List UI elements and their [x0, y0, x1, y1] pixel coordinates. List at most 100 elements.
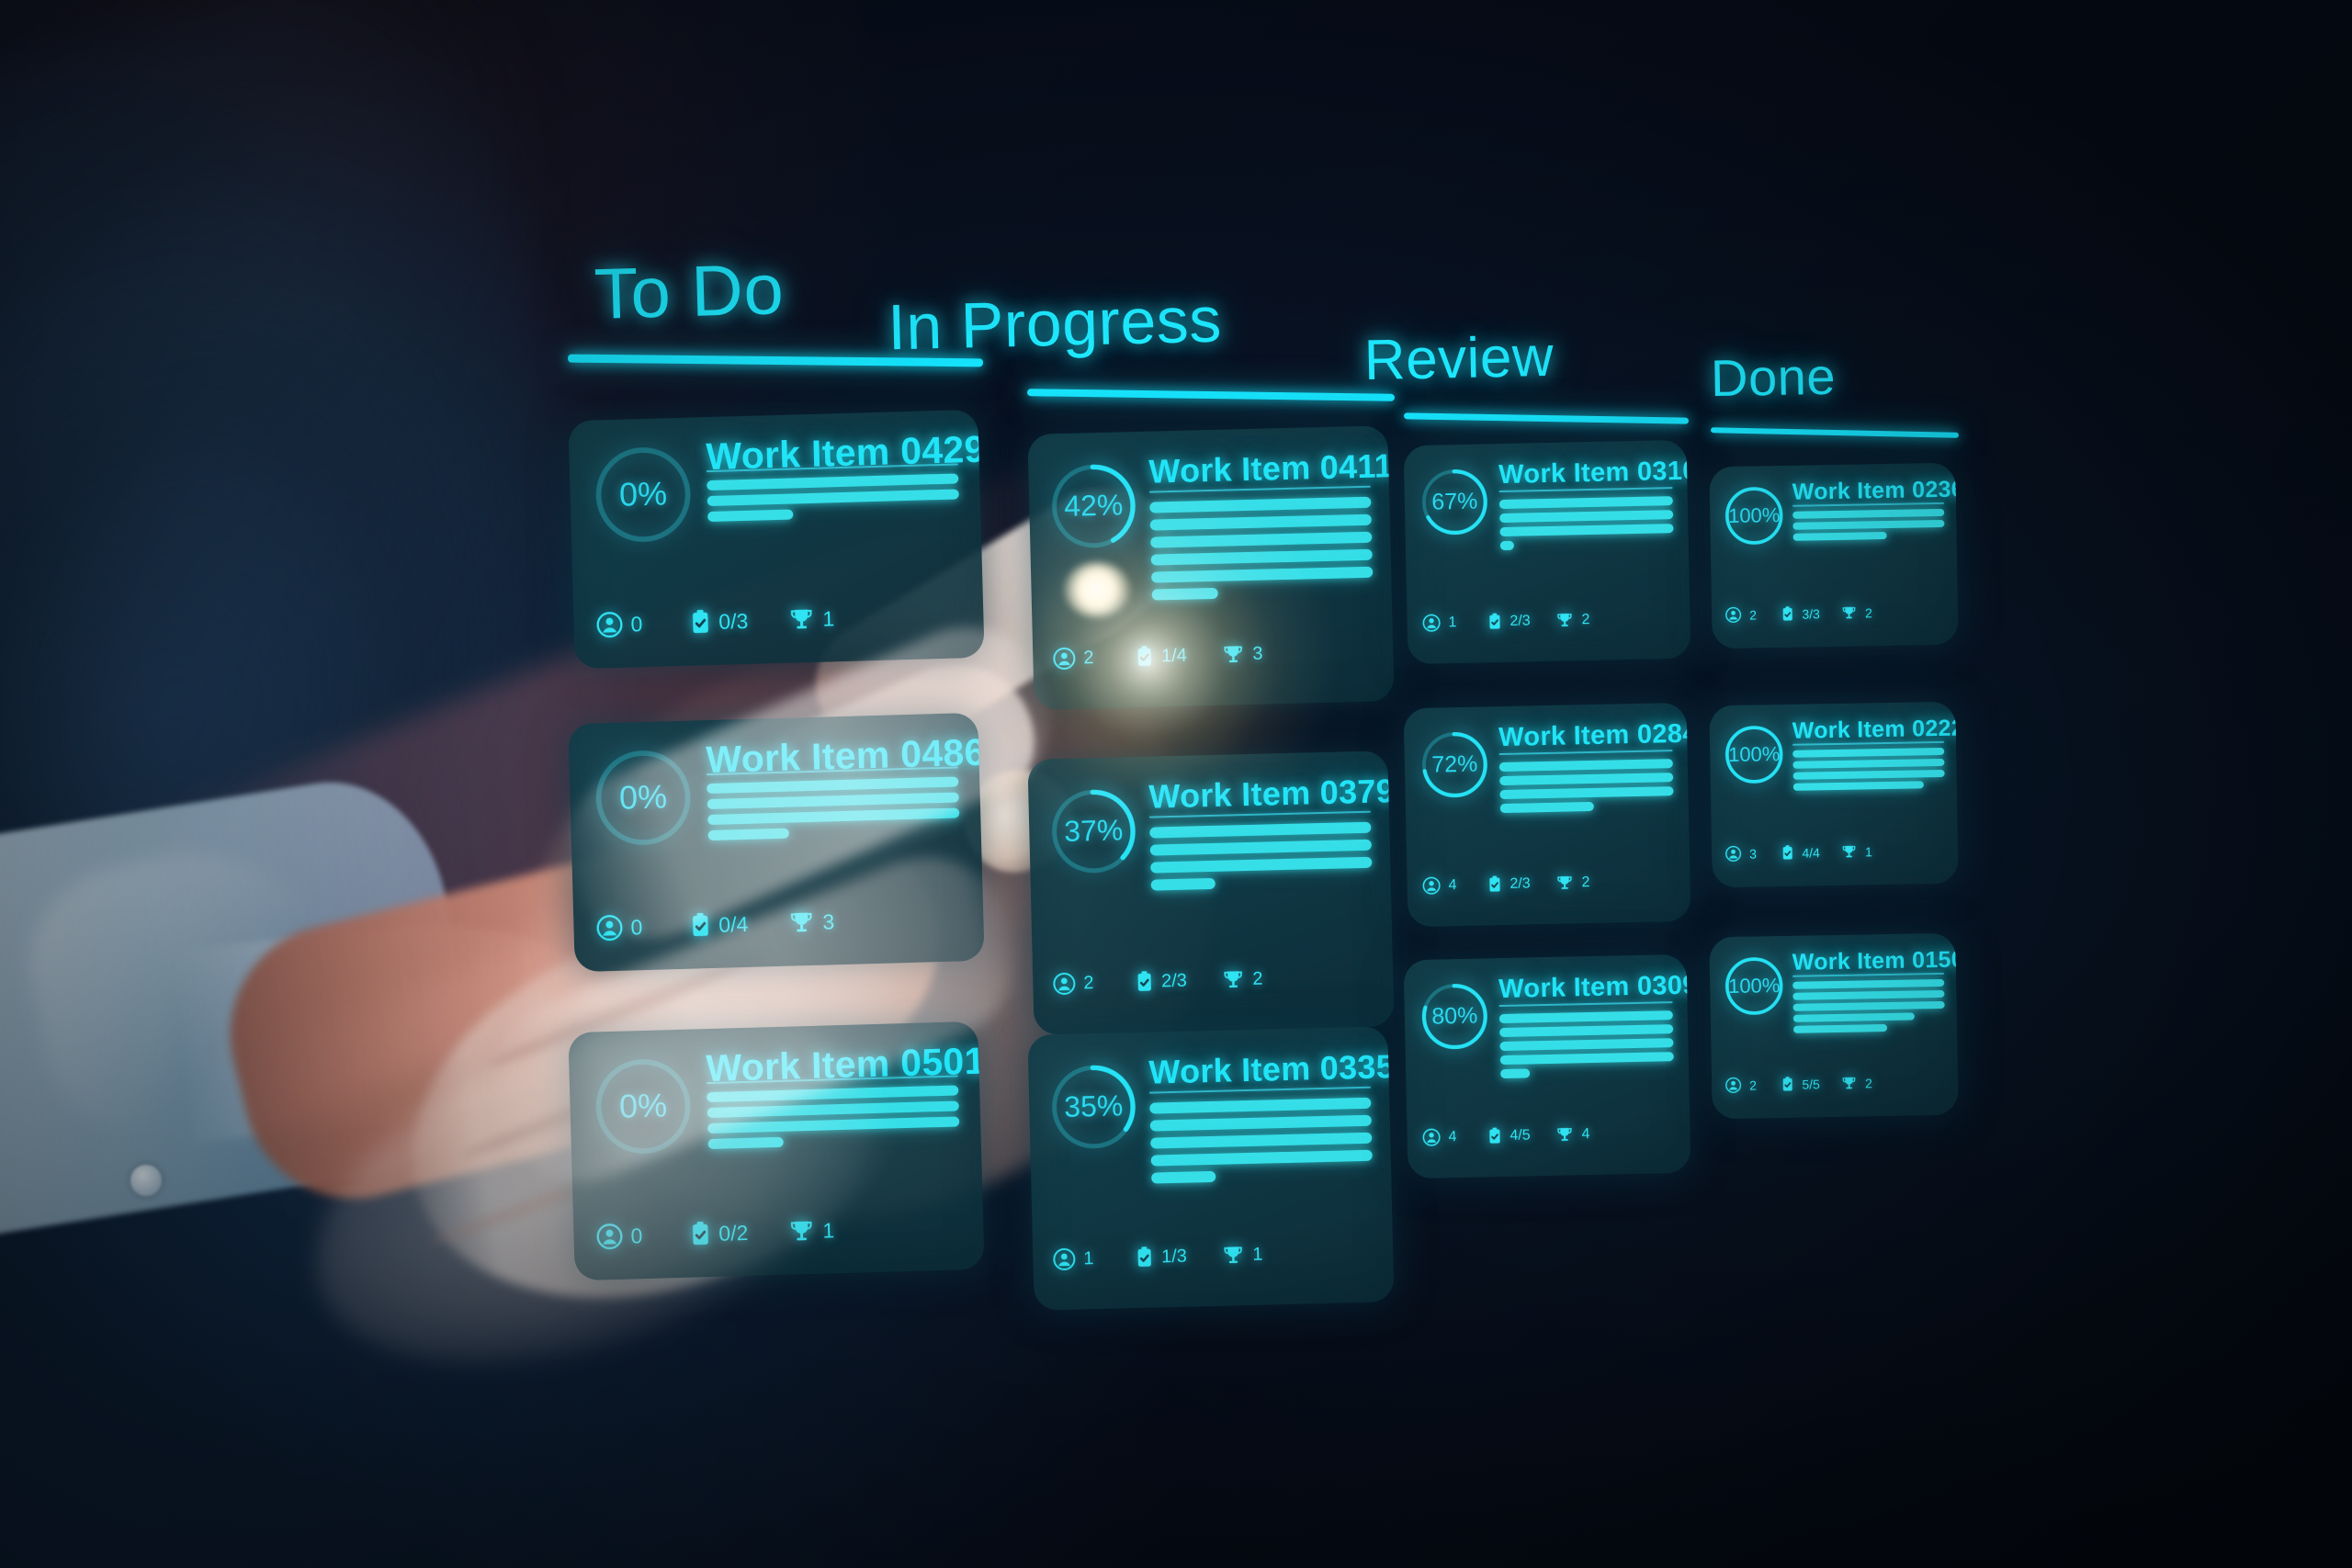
progress-value: 42% — [1063, 488, 1124, 523]
content-bar — [1151, 1170, 1216, 1184]
work-item-card[interactable]: 0% Work Item 0486 0 0/4 3 — [568, 712, 985, 973]
work-item-card[interactable]: 100% Work Item 0150 2 5/5 2 — [1709, 932, 1959, 1120]
work-item-card[interactable]: 67% Work Item 0310 1 2/3 2 — [1403, 439, 1691, 665]
content-bar — [1150, 1149, 1373, 1167]
checklist-meta[interactable]: 0/4 — [690, 911, 749, 939]
trophies-meta-value: 1 — [1864, 843, 1873, 859]
assignees-meta[interactable]: 0 — [596, 611, 643, 638]
trophies-meta[interactable]: 1 — [788, 1217, 835, 1244]
assignees-meta-value: 2 — [1748, 1077, 1758, 1093]
content-bar — [1151, 566, 1374, 583]
trophies-meta[interactable]: 3 — [1222, 643, 1263, 666]
content-bar — [1149, 821, 1372, 839]
trophies-meta[interactable]: 1 — [1222, 1244, 1263, 1267]
checklist-meta-value: 3/3 — [1802, 605, 1820, 622]
content-bar — [1792, 769, 1945, 780]
work-item-card[interactable]: 0% Work Item 0501 0 0/2 1 — [568, 1021, 985, 1281]
content-bar — [1792, 519, 1945, 530]
checklist-meta[interactable]: 4/5 — [1487, 1126, 1531, 1145]
trophies-meta[interactable]: 1 — [788, 605, 835, 632]
trophies-meta[interactable]: 4 — [1555, 1125, 1590, 1144]
checklist-meta[interactable]: 1/4 — [1136, 645, 1187, 668]
trophy-icon — [1224, 646, 1242, 663]
trophies-meta-value: 2 — [1581, 874, 1590, 890]
progress-value: 37% — [1063, 813, 1124, 848]
column-rule-done — [1710, 427, 1960, 438]
content-bar — [1150, 531, 1373, 548]
person-icon — [596, 1224, 623, 1250]
assignees-meta-value: 1 — [1448, 614, 1457, 630]
progress-value: 0% — [618, 473, 668, 513]
trophies-meta[interactable]: 2 — [1222, 968, 1263, 991]
trophies-meta[interactable]: 1 — [1841, 843, 1872, 860]
content-bar — [1499, 773, 1674, 786]
progress-ring-wrap: 42% — [1048, 461, 1138, 551]
checklist-meta[interactable]: 2/3 — [1136, 970, 1187, 993]
person-icon — [1725, 845, 1742, 862]
assignees-meta[interactable]: 0 — [596, 1223, 643, 1250]
progress-value: 100% — [1727, 973, 1781, 998]
assignees-meta-value: 3 — [1748, 845, 1758, 862]
work-item-card[interactable]: 80% Work Item 0309 4 4/5 4 — [1403, 953, 1691, 1179]
touch-point — [1064, 562, 1130, 617]
clipboard-check-icon — [1137, 1247, 1151, 1267]
kanban-board[interactable]: To Do 0% Work Item 0429 0 0/3 1 0% Work Item 04… — [0, 0, 2352, 1568]
trophies-meta[interactable]: 3 — [788, 908, 835, 935]
person-icon — [1422, 1128, 1441, 1146]
progress-value: 0% — [618, 776, 668, 817]
progress-ring-wrap: 0% — [592, 1055, 695, 1158]
work-item-card[interactable]: 35% Work Item 0335 1 1/3 1 — [1027, 1026, 1395, 1311]
assignees-meta[interactable]: 1 — [1053, 1247, 1094, 1270]
trophies-meta[interactable]: 2 — [1555, 611, 1590, 629]
checklist-meta-value: 0/3 — [718, 608, 749, 634]
work-item-card[interactable]: 100% Work Item 0236 2 3/3 2 — [1709, 462, 1959, 649]
assignees-meta[interactable]: 2 — [1725, 1077, 1757, 1093]
trophies-meta[interactable]: 2 — [1841, 604, 1872, 621]
assignees-meta[interactable]: 0 — [596, 914, 643, 942]
assignees-meta[interactable]: 4 — [1422, 1128, 1457, 1146]
content-bar — [1498, 1010, 1673, 1024]
content-bar — [1792, 747, 1945, 758]
assignees-meta[interactable]: 2 — [1053, 972, 1094, 995]
content-bar — [1499, 524, 1674, 537]
assignees-meta-value: 2 — [1083, 647, 1094, 668]
work-item-card[interactable]: 0% Work Item 0429 0 0/3 1 — [568, 409, 985, 670]
work-item-title: Work Item 0335 — [1148, 1047, 1395, 1091]
checklist-meta-value: 2/3 — [1510, 612, 1531, 629]
content-bar — [1151, 587, 1218, 601]
content-bar — [1792, 531, 1887, 541]
assignees-meta-value: 0 — [630, 1223, 643, 1247]
trophies-meta[interactable]: 2 — [1555, 874, 1590, 892]
progress-value: 0% — [618, 1085, 668, 1125]
trophies-meta-value: 1 — [822, 605, 835, 631]
checklist-meta[interactable]: 4/4 — [1781, 844, 1820, 861]
clipboard-check-icon — [1137, 971, 1151, 991]
checklist-meta[interactable]: 3/3 — [1781, 605, 1820, 622]
content-bar — [1149, 1114, 1372, 1132]
assignees-meta[interactable]: 2 — [1725, 606, 1757, 623]
content-bar — [1499, 786, 1674, 800]
content-bar — [707, 1116, 960, 1134]
work-item-card[interactable]: 100% Work Item 0222 3 4/4 1 — [1709, 701, 1959, 888]
assignees-meta[interactable]: 4 — [1422, 876, 1457, 895]
content-bar — [1792, 1012, 1915, 1022]
checklist-meta[interactable]: 2/3 — [1487, 612, 1531, 630]
checklist-meta[interactable]: 1/3 — [1136, 1246, 1187, 1269]
checklist-meta[interactable]: 0/3 — [690, 608, 749, 636]
assignees-meta[interactable]: 3 — [1725, 845, 1757, 862]
trophy-icon — [1842, 606, 1856, 619]
content-bar — [1792, 781, 1924, 791]
trophies-meta[interactable]: 2 — [1841, 1075, 1872, 1091]
content-bar — [1792, 1023, 1888, 1033]
checklist-meta[interactable]: 5/5 — [1781, 1076, 1820, 1092]
person-icon — [1053, 647, 1076, 670]
assignees-meta[interactable]: 2 — [1053, 647, 1094, 670]
content-bar — [707, 1100, 959, 1119]
work-item-card[interactable]: 37% Work Item 0379 2 2/3 2 — [1027, 750, 1395, 1035]
column-header-review: Review — [1363, 324, 1555, 393]
assignees-meta[interactable]: 1 — [1422, 614, 1457, 632]
work-item-title: Work Item 0284 — [1498, 718, 1691, 753]
checklist-meta[interactable]: 0/2 — [690, 1220, 749, 1247]
checklist-meta[interactable]: 2/3 — [1487, 874, 1531, 893]
work-item-card[interactable]: 72% Work Item 0284 4 2/3 2 — [1403, 702, 1691, 928]
